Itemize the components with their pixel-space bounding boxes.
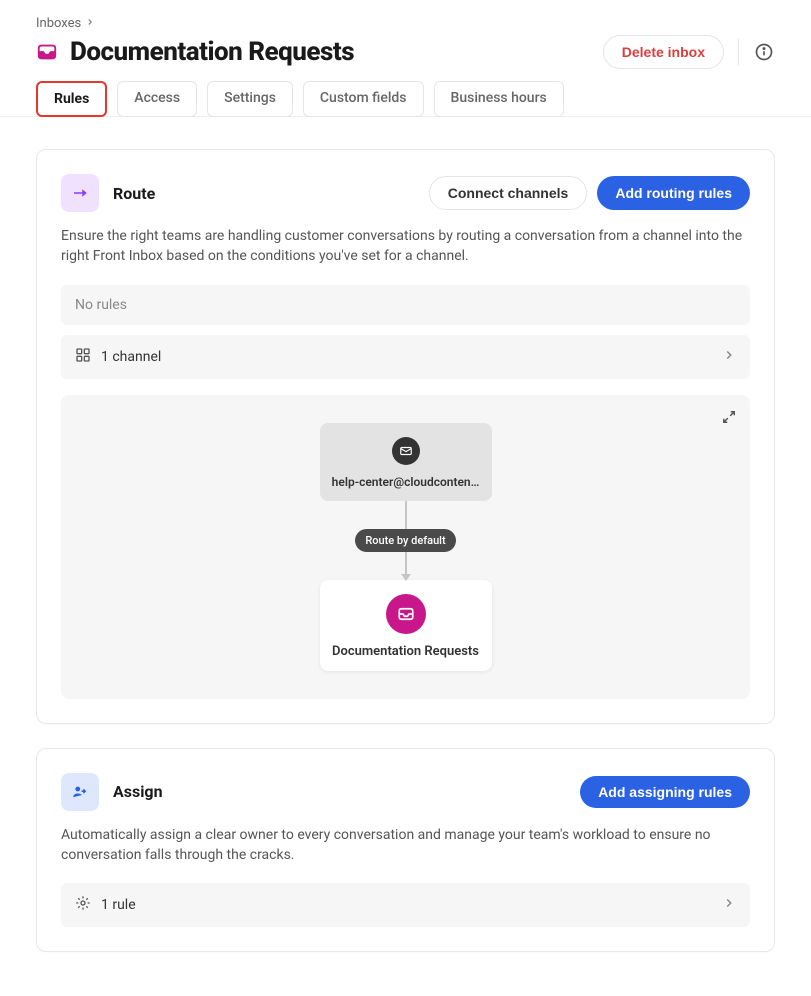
info-button[interactable]: [753, 41, 775, 63]
route-icon: [61, 174, 99, 212]
tab-rules[interactable]: Rules: [36, 81, 107, 117]
connect-channels-button[interactable]: Connect channels: [429, 176, 588, 210]
expand-button[interactable]: [722, 409, 736, 428]
inbox-tray-icon: [386, 594, 426, 634]
divider: [738, 39, 739, 65]
grid-icon: [75, 347, 91, 367]
assign-card: Assign Add assigning rules Automatically…: [36, 748, 775, 953]
inbox-icon: [36, 41, 58, 63]
channel-node[interactable]: help-center@cloudconten…: [320, 423, 492, 501]
assign-icon: [61, 773, 99, 811]
route-card: Route Connect channels Add routing rules…: [36, 149, 775, 724]
breadcrumb-root[interactable]: Inboxes: [36, 16, 81, 31]
route-title: Route: [113, 184, 155, 203]
inbox-node[interactable]: Documentation Requests: [320, 580, 492, 671]
chevron-right-icon: [722, 348, 736, 366]
no-rules-row: No rules: [61, 285, 750, 325]
tab-custom-fields[interactable]: Custom fields: [303, 81, 424, 117]
rule-count-label: 1 rule: [101, 897, 136, 913]
tabs: Rules Access Settings Custom fields Busi…: [0, 81, 811, 117]
chevron-right-icon: [722, 896, 736, 914]
route-by-default-badge: Route by default: [355, 529, 455, 552]
tab-access[interactable]: Access: [117, 81, 197, 117]
channels-row[interactable]: 1 channel: [61, 335, 750, 379]
connector-line: [405, 501, 407, 529]
gear-icon: [75, 895, 91, 915]
assign-title: Assign: [113, 782, 163, 801]
page-title: Documentation Requests: [70, 37, 354, 67]
inbox-node-label: Documentation Requests: [332, 644, 480, 659]
route-description: Ensure the right teams are handling cust…: [61, 226, 750, 267]
routing-diagram: help-center@cloudconten… Route by defaul…: [61, 395, 750, 699]
tab-business-hours[interactable]: Business hours: [434, 81, 564, 117]
add-routing-rules-button[interactable]: Add routing rules: [597, 176, 750, 210]
add-assigning-rules-button[interactable]: Add assigning rules: [580, 776, 750, 808]
chevron-right-icon: [85, 17, 95, 30]
delete-inbox-button[interactable]: Delete inbox: [603, 35, 724, 69]
assign-description: Automatically assign a clear owner to ev…: [61, 825, 750, 866]
connector-arrow: [405, 552, 407, 580]
rules-row[interactable]: 1 rule: [61, 883, 750, 927]
tab-settings[interactable]: Settings: [207, 81, 293, 117]
channel-email-label: help-center@cloudconten…: [332, 475, 480, 489]
channel-count-label: 1 channel: [101, 349, 161, 365]
breadcrumb[interactable]: Inboxes: [36, 16, 775, 31]
email-icon: [392, 437, 420, 465]
